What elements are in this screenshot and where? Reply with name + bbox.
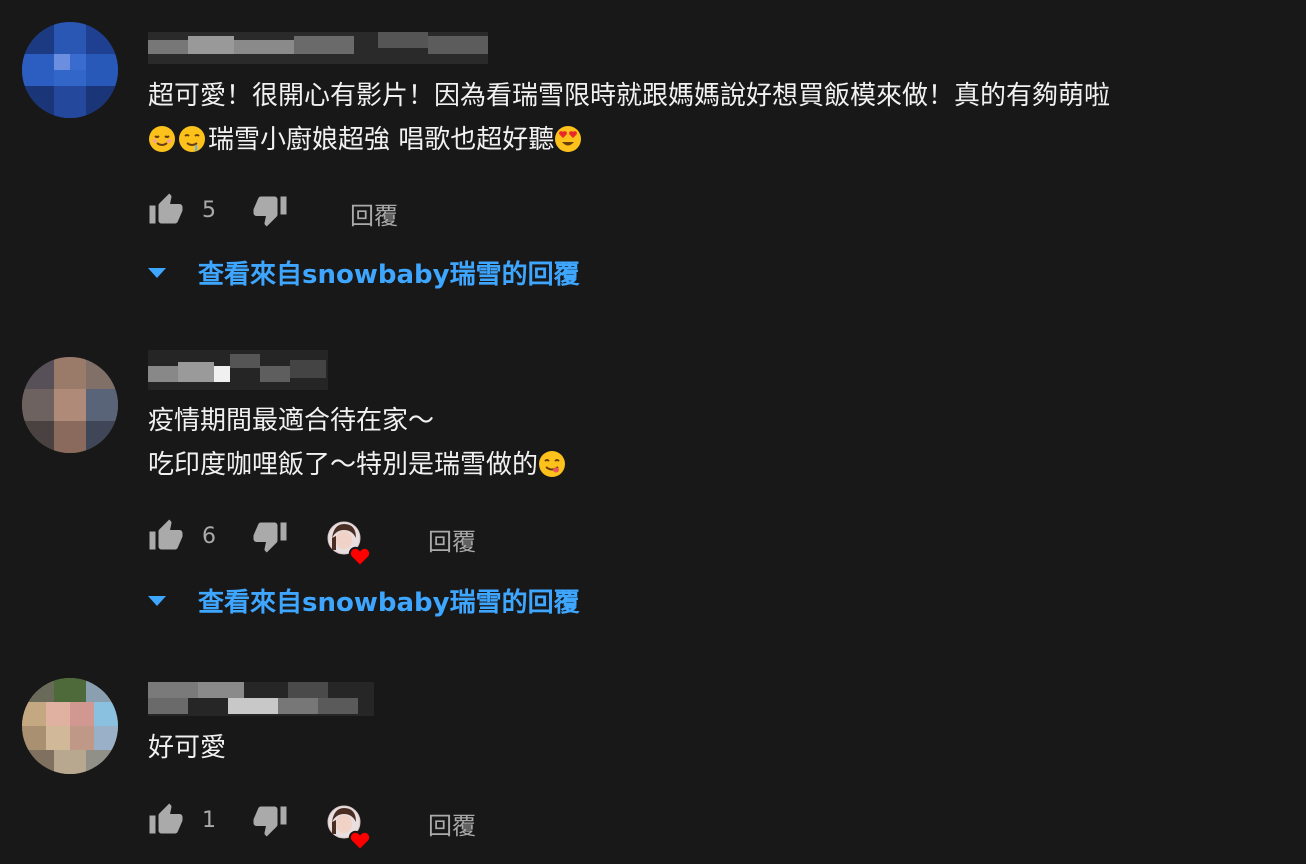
reply-button[interactable]: 回覆 xyxy=(428,522,476,557)
avatar[interactable] xyxy=(22,357,118,453)
drooling-face-emoji-icon xyxy=(178,123,206,162)
comment-text-line: 疫情期間最適合待在家～ xyxy=(148,406,435,436)
reply-button[interactable]: 回覆 xyxy=(350,196,398,231)
comment-text-line: 好可愛 xyxy=(148,733,227,763)
comment-text: 疫情期間最適合待在家～ 吃印度咖哩飯了～特別是瑞雪做的 xyxy=(148,399,1306,487)
yum-face-emoji-icon xyxy=(538,448,566,487)
like-button[interactable] xyxy=(148,192,184,232)
comment-text-line: 瑞雪小廚娘超強 唱歌也超好聽 xyxy=(208,125,555,155)
thumbs-up-icon xyxy=(149,193,183,224)
avatar[interactable] xyxy=(22,678,118,774)
comment-actions: 6 回覆 xyxy=(148,518,528,568)
like-count: 6 xyxy=(202,524,216,549)
caret-down-icon xyxy=(148,268,166,278)
like-count: 5 xyxy=(202,198,216,223)
thumbs-down-icon xyxy=(253,522,287,553)
creator-heart-icon xyxy=(326,804,374,852)
comment-text-line: 超可愛！很開心有影片！因為看瑞雪限時就跟媽媽說好想買飯模來做！真的有夠萌啦 xyxy=(148,81,1111,111)
author-name-redacted[interactable] xyxy=(148,350,328,390)
view-replies-button[interactable]: 查看來自snowbaby瑞雪的回覆 xyxy=(148,582,668,622)
thumbs-up-icon xyxy=(149,803,183,834)
thumbs-down-icon xyxy=(253,806,287,837)
caret-down-icon xyxy=(148,596,166,606)
comment-actions: 1 回覆 xyxy=(148,802,528,852)
thumbs-down-icon xyxy=(253,196,287,227)
author-name-redacted[interactable] xyxy=(148,682,374,716)
view-replies-label: 查看來自snowbaby瑞雪的回覆 xyxy=(198,588,580,618)
creator-heart-icon xyxy=(326,520,374,568)
view-replies-button[interactable]: 查看來自snowbaby瑞雪的回覆 xyxy=(148,254,668,294)
like-count: 1 xyxy=(202,808,216,833)
comment-text-line: 吃印度咖哩飯了～特別是瑞雪做的 xyxy=(148,450,539,480)
dislike-button[interactable] xyxy=(252,192,288,232)
relieved-face-emoji-icon xyxy=(148,123,176,162)
reply-button[interactable]: 回覆 xyxy=(428,806,476,841)
like-button[interactable] xyxy=(148,518,184,558)
heart-eyes-emoji-icon xyxy=(554,123,582,162)
avatar[interactable] xyxy=(22,22,118,118)
view-replies-label: 查看來自snowbaby瑞雪的回覆 xyxy=(198,260,580,290)
comment-actions: 5 回覆 xyxy=(148,192,448,232)
comment-text: 超可愛！很開心有影片！因為看瑞雪限時就跟媽媽說好想買飯模來做！真的有夠萌啦 瑞雪… xyxy=(148,74,1306,162)
thumbs-up-icon xyxy=(149,519,183,550)
author-name-redacted[interactable] xyxy=(148,32,488,64)
like-button[interactable] xyxy=(148,802,184,842)
dislike-button[interactable] xyxy=(252,802,288,842)
dislike-button[interactable] xyxy=(252,518,288,558)
comment-text: 好可愛 xyxy=(148,726,1306,770)
